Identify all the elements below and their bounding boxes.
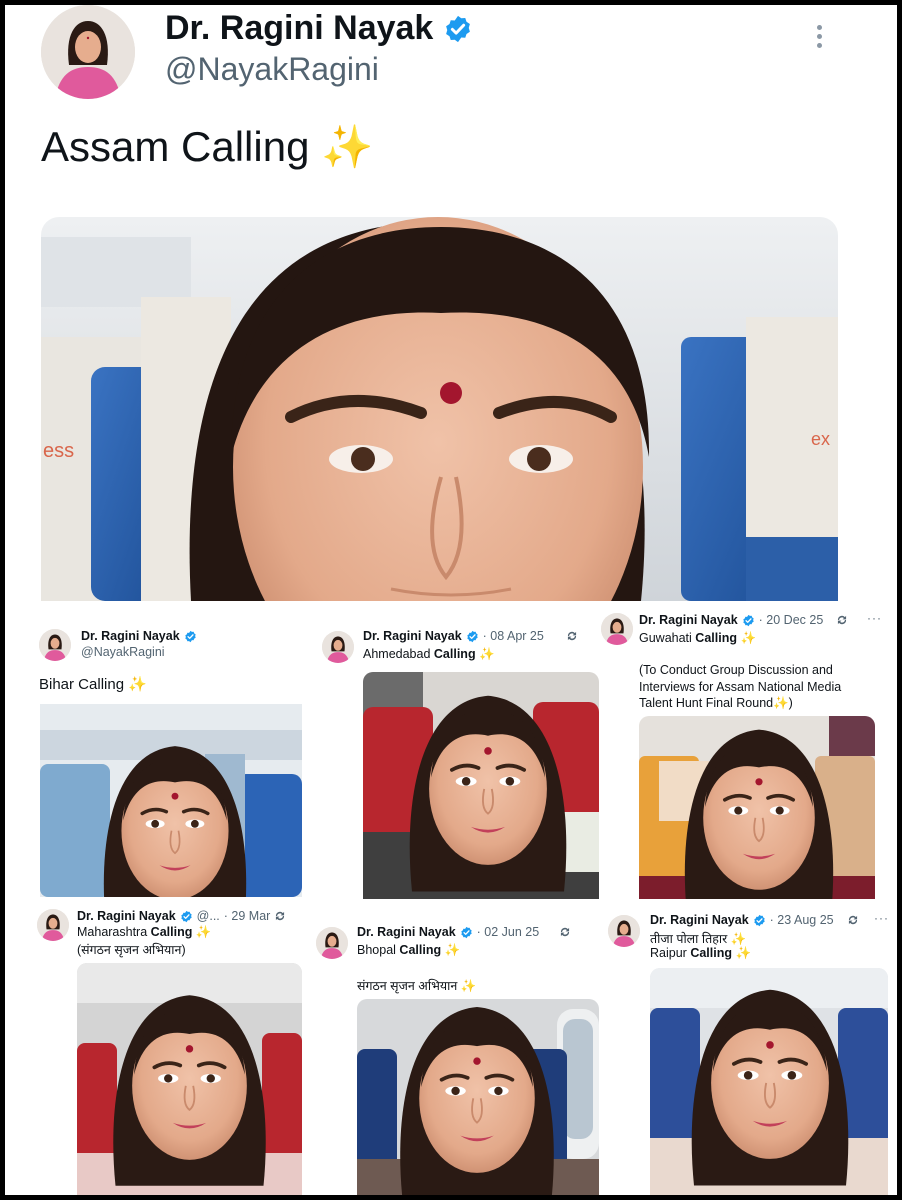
avatar[interactable] — [601, 613, 633, 645]
display-name[interactable]: Dr. Ragini Nayak — [357, 925, 456, 939]
tweet-text: Bihar Calling ✨ — [39, 676, 147, 693]
display-name[interactable]: Dr. Ragini Nayak — [165, 9, 473, 48]
verified-badge-icon — [443, 14, 473, 44]
avatar-image — [41, 5, 135, 99]
user-handle[interactable]: @NayakRagini — [81, 645, 165, 659]
avatar-image — [601, 613, 633, 645]
tweet-text-line: Talent Hunt Final Round✨) — [639, 696, 793, 710]
verified-badge-icon — [742, 614, 755, 627]
tweet-date[interactable]: · 23 Aug 25 — [770, 913, 834, 927]
sync-icon — [837, 615, 847, 625]
display-name[interactable]: Dr. Ragini Nayak — [363, 629, 462, 643]
more-options-icon[interactable]: ··· — [867, 611, 882, 625]
avatar[interactable] — [322, 631, 354, 663]
tweet-city: Guwahati — [639, 631, 692, 645]
avatar[interactable] — [37, 909, 69, 941]
tweet-media-image[interactable] — [650, 968, 888, 1195]
more-options-icon[interactable]: ··· — [874, 911, 889, 925]
display-name[interactable]: Dr. Ragini Nayak — [650, 913, 749, 927]
mini-tweet-ahmedabad[interactable]: Dr. Ragini Nayak · 08 Apr 25 Ahmedabad C… — [310, 617, 600, 899]
tweet-calling: Calling — [433, 647, 476, 661]
mini-tweet-bhopal[interactable]: Dr. Ragini Nayak · 02 Jun 25 Bhopal Call… — [310, 915, 600, 1195]
verified-badge-icon — [466, 630, 479, 643]
tweet-calling: Calling — [399, 943, 442, 957]
avatar-image — [322, 631, 354, 663]
tweet-city: Maharashtra — [77, 925, 148, 939]
avatar-image — [316, 927, 348, 959]
display-name[interactable]: Dr. Ragini Nayak — [81, 629, 180, 643]
mini-tweet-maharashtra[interactable]: Dr. Ragini Nayak @... · 29 Mar Maharasht… — [5, 901, 305, 1195]
sync-icon — [560, 927, 570, 937]
avatar[interactable] — [316, 927, 348, 959]
tweet-date[interactable]: · 08 Apr 25 — [483, 629, 544, 643]
sparkle-emoji: ✨ — [740, 631, 757, 645]
tweet-text: संगठन सृजन अभियान ✨ — [357, 979, 477, 993]
avatar[interactable] — [608, 915, 640, 947]
avatar-image — [37, 909, 69, 941]
mini-tweet-raipur[interactable]: Dr. Ragini Nayak · 23 Aug 25 ··· तीजा पो… — [602, 901, 897, 1195]
avatar-image — [608, 915, 640, 947]
display-name[interactable]: Dr. Ragini Nayak — [77, 909, 176, 923]
sparkle-emoji: ✨ — [195, 925, 212, 939]
tweet-media-image[interactable]: ess ex — [41, 217, 838, 601]
tweet-date[interactable]: · 20 Dec 25 — [759, 613, 824, 627]
user-handle[interactable]: @NayakRagini — [165, 51, 379, 88]
tweet-text: Assam Calling ✨ — [41, 123, 374, 170]
tweet-calling: Calling — [150, 925, 193, 939]
more-options-icon[interactable] — [811, 21, 827, 61]
sync-icon — [567, 631, 577, 641]
avatar[interactable] — [39, 629, 71, 661]
svg-text:ess: ess — [43, 440, 74, 462]
verified-badge-icon — [184, 630, 197, 643]
tweet-text-line: (To Conduct Group Discussion and — [639, 663, 833, 677]
tweet-calling: Calling — [695, 631, 737, 645]
verified-badge-icon — [460, 926, 473, 939]
tweet-media-image[interactable] — [639, 716, 875, 899]
sync-icon — [275, 911, 285, 921]
tweet-media-image[interactable] — [77, 963, 302, 1195]
svg-text:ex: ex — [811, 429, 830, 449]
verified-badge-icon — [180, 910, 193, 923]
tweet-text-line: (संगठन सृजन अभियान) — [77, 943, 186, 957]
tweet-city: Ahmedabad — [363, 647, 431, 661]
user-handle[interactable]: @... — [197, 909, 220, 923]
tweet-date[interactable]: · 02 Jun 25 — [477, 925, 540, 939]
tweet-calling: Calling — [690, 946, 732, 960]
display-name[interactable]: Dr. Ragini Nayak — [639, 613, 738, 627]
avatar-image — [39, 629, 71, 661]
tweet-city: Bhopal — [357, 943, 396, 957]
mini-tweet-guwahati[interactable]: Dr. Ragini Nayak · 20 Dec 25 ··· Guwahat… — [595, 601, 897, 899]
tweet-date[interactable]: · 29 Mar — [224, 909, 271, 923]
mini-tweet-bihar[interactable]: Dr. Ragini Nayak @NayakRagini Bihar Call… — [5, 617, 305, 899]
avatar[interactable] — [41, 5, 135, 99]
sync-icon — [848, 915, 858, 925]
collage-frame: Dr. Ragini Nayak @NayakRagini Assam Call… — [5, 5, 897, 1195]
tweet-media-image[interactable] — [40, 704, 302, 897]
display-name-text: Dr. Ragini Nayak — [165, 9, 434, 47]
tweet-text-line: तीजा पोला तिहार ✨ — [650, 932, 747, 946]
sparkle-emoji: ✨ — [444, 943, 461, 957]
tweet-media-image[interactable] — [363, 672, 599, 899]
sparkle-emoji: ✨ — [479, 647, 495, 661]
sparkle-emoji: ✨ — [735, 946, 752, 960]
tweet-city: Raipur — [650, 946, 687, 960]
verified-badge-icon — [753, 914, 766, 927]
tweet-media-image[interactable] — [357, 999, 599, 1195]
tweet-text-line: Interviews for Assam National Media — [639, 680, 842, 694]
